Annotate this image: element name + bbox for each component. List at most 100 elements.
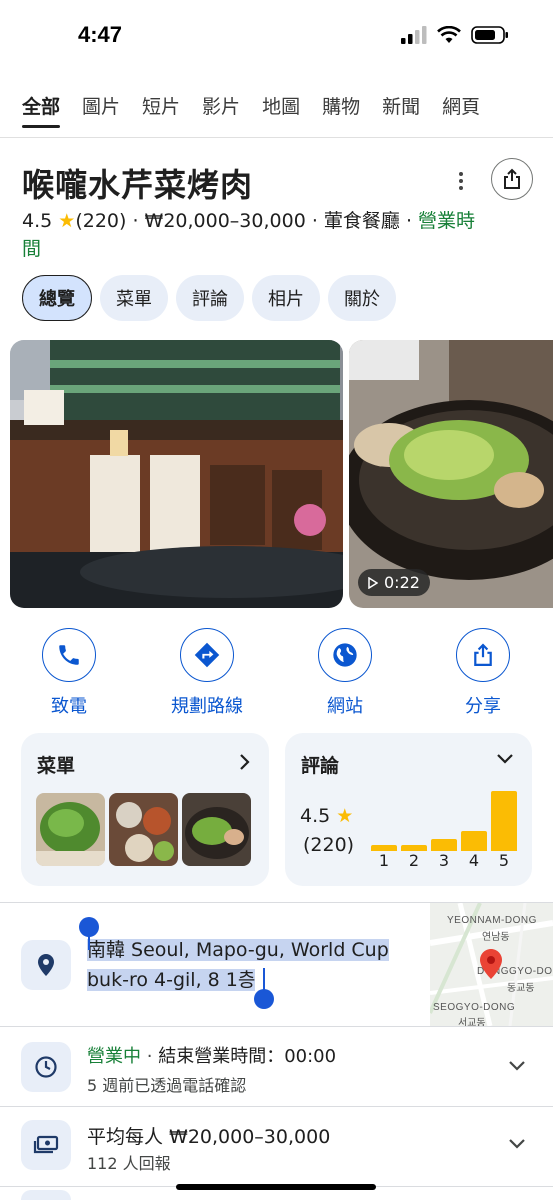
- website-button[interactable]: 網站: [285, 628, 405, 718]
- map-label: 연남동: [482, 932, 510, 943]
- cellular-signal-icon: [401, 26, 427, 44]
- divider: [0, 1026, 553, 1027]
- storefront-photo[interactable]: [10, 340, 343, 608]
- map-thumbnail[interactable]: YEONNAM-DONG 연남동 DONGGYO-DO 동교동 SEOGYO-D…: [430, 903, 553, 1026]
- reviews-rating: 4.5 ★: [300, 805, 353, 827]
- call-label: 致電: [51, 696, 87, 717]
- rating-distribution-bars: [371, 789, 521, 851]
- status-icons: [401, 26, 509, 44]
- video-duration-badge: 0:22: [358, 569, 430, 596]
- map-pin-icon: [480, 949, 502, 979]
- selection-start-handle[interactable]: [79, 917, 99, 937]
- reviews-card-title: 評論: [301, 755, 340, 777]
- rating-bar-5: [491, 791, 517, 851]
- tab-videos[interactable]: 影片: [191, 84, 251, 128]
- chip-reviews[interactable]: 評論: [176, 275, 244, 321]
- more-options-button[interactable]: [450, 168, 472, 194]
- menu-photo[interactable]: [182, 793, 251, 866]
- tab-news[interactable]: 新聞: [371, 84, 431, 128]
- money-icon-box: [21, 1120, 71, 1170]
- place-title: 喉嚨水芹菜烤肉: [22, 166, 254, 204]
- tab-shopping[interactable]: 購物: [311, 84, 371, 128]
- category: 葷食餐廳: [323, 210, 400, 232]
- chip-photos[interactable]: 相片: [252, 275, 320, 321]
- tab-images[interactable]: 圖片: [71, 84, 131, 128]
- chevron-down-icon[interactable]: [508, 1138, 526, 1150]
- status-time: 4:47: [78, 22, 123, 47]
- divider: [0, 1106, 553, 1107]
- share-button[interactable]: 分享: [423, 628, 543, 718]
- rating-bar-3: [431, 839, 457, 851]
- call-button[interactable]: 致電: [9, 628, 129, 718]
- reviews-count: (220): [303, 834, 355, 856]
- share-button-top[interactable]: [491, 158, 533, 200]
- reviews-rating-value: 4.5: [300, 805, 331, 827]
- address-selection: 南韓 Seoul, Mapo-gu, World Cup buk-ro 4-gi…: [87, 939, 389, 991]
- rating-bar-4: [461, 831, 487, 851]
- tab-shorts[interactable]: 短片: [131, 84, 191, 128]
- chevron-down-icon[interactable]: [508, 1060, 526, 1072]
- menu-photo[interactable]: [36, 793, 105, 866]
- status-bar: 4:47: [0, 0, 553, 70]
- reviews-card[interactable]: 評論 4.5 ★ (220) 12345: [285, 733, 532, 886]
- section-chips: 總覽 菜單 評論 相片 關於: [22, 275, 396, 321]
- hours-confirmation: 5 週前已透過電話確認: [87, 1076, 247, 1095]
- share-label: 分享: [465, 696, 501, 717]
- rating-bar-label: 1: [378, 851, 390, 870]
- wifi-icon: [437, 26, 461, 43]
- map-label: SEOGYO-DONG: [433, 1002, 516, 1013]
- more-vert-icon: [459, 172, 463, 176]
- tab-all[interactable]: 全部: [0, 84, 71, 128]
- chip-menu[interactable]: 菜單: [100, 275, 168, 321]
- chip-about[interactable]: 關於: [328, 275, 396, 321]
- rating-bar-label: 4: [468, 851, 480, 870]
- star-icon: ★: [336, 805, 354, 827]
- next-row-icon-box: [21, 1190, 71, 1200]
- review-count[interactable]: (220): [75, 210, 126, 232]
- directions-label: 規劃路線: [171, 696, 243, 717]
- chevron-down-icon: [497, 754, 513, 764]
- rating-bar-label: 3: [438, 851, 450, 870]
- rating-distribution-labels: 12345: [371, 851, 521, 870]
- video-duration: 0:22: [384, 573, 420, 592]
- food-video[interactable]: 0:22: [349, 340, 553, 608]
- directions-button[interactable]: 規劃路線: [147, 628, 267, 718]
- chip-overview[interactable]: 總覽: [22, 275, 92, 321]
- tab-web[interactable]: 網頁: [431, 84, 491, 128]
- average-price[interactable]: 平均每人 ₩20,000–30,000: [87, 1122, 330, 1149]
- directions-icon: [194, 642, 220, 668]
- open-now-status: 營業中: [87, 1046, 141, 1067]
- location-icon-box: [21, 940, 71, 990]
- share-icon: [474, 643, 492, 666]
- menu-card-title: 菜單: [37, 755, 76, 777]
- money-icon: [33, 1135, 59, 1154]
- location-pin-icon: [38, 954, 54, 976]
- map-label: 동교동: [507, 983, 535, 994]
- globe-icon: [333, 643, 357, 667]
- home-indicator[interactable]: [176, 1184, 376, 1190]
- tab-maps[interactable]: 地圖: [251, 84, 311, 128]
- rating-value: 4.5: [22, 210, 53, 232]
- map-label: 서교동: [458, 1018, 486, 1026]
- price-range: ₩20,000–30,000: [144, 210, 306, 232]
- search-tabs: 全部 圖片 短片 影片 地圖 購物 新聞 網頁: [0, 84, 553, 138]
- selection-end-handle[interactable]: [254, 989, 274, 1009]
- clock-icon-box: [21, 1042, 71, 1092]
- star-icon: ★: [58, 210, 76, 232]
- place-meta: 4.5 ★(220) · ₩20,000–30,000 · 葷食餐廳 · 營業時…: [22, 210, 476, 260]
- action-buttons: 致電 規劃路線 網站 分享: [0, 628, 553, 718]
- play-icon: [368, 576, 378, 589]
- clock-icon: [35, 1056, 57, 1078]
- closing-time: 結束營業時間：00:00: [158, 1046, 337, 1067]
- menu-photo[interactable]: [109, 793, 178, 866]
- menu-card[interactable]: 菜單: [21, 733, 269, 886]
- battery-icon: [471, 26, 508, 44]
- rating-bar-label: 5: [498, 851, 510, 870]
- website-label: 網站: [327, 696, 363, 717]
- share-icon: [504, 168, 520, 189]
- hours-status[interactable]: 營業中 · 結束營業時間：00:00: [87, 1042, 336, 1068]
- phone-icon: [59, 645, 79, 665]
- map-label: YEONNAM-DONG: [447, 915, 537, 926]
- address-text[interactable]: 南韓 Seoul, Mapo-gu, World Cup buk-ro 4-gi…: [87, 935, 417, 995]
- price-reports: 112 人回報: [87, 1154, 171, 1173]
